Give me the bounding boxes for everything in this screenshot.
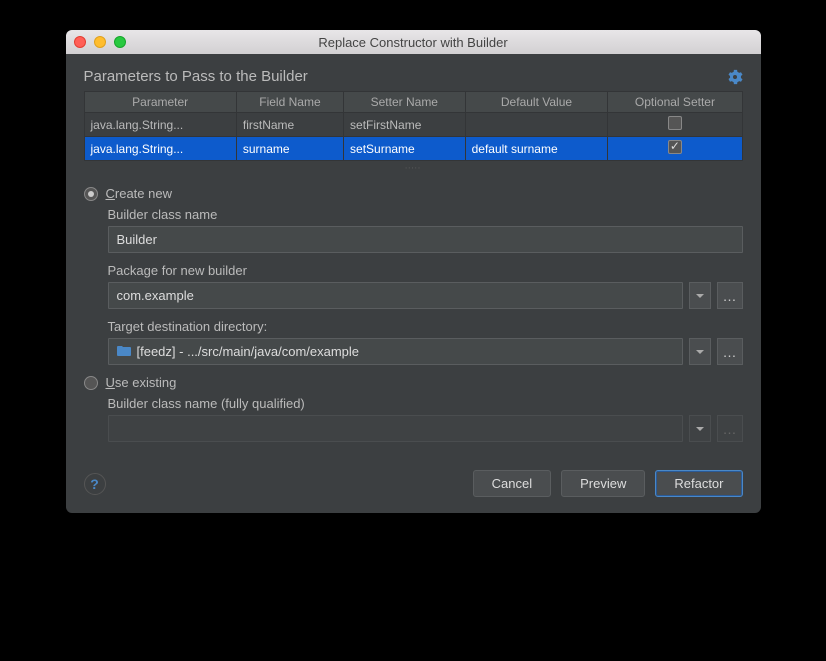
chevron-down-icon [696, 292, 704, 300]
col-setter-name[interactable]: Setter Name [344, 92, 466, 113]
dropdown-button[interactable] [689, 338, 711, 365]
target-dir-display[interactable]: [feedz] - .../src/main/java/com/example [108, 338, 683, 365]
field-label: Package for new builder [108, 263, 743, 278]
section-title: Parameters to Pass to the Builder [84, 68, 308, 85]
button-bar: Cancel Preview Refactor [473, 470, 743, 497]
checkbox-icon[interactable] [668, 116, 682, 130]
dialog-footer: ? Cancel Preview Refactor [84, 470, 743, 497]
cell-parameter: java.lang.String... [84, 137, 236, 161]
col-optional-setter[interactable]: Optional Setter [608, 92, 742, 113]
dropdown-button[interactable] [689, 282, 711, 309]
browse-button[interactable]: … [717, 282, 743, 309]
create-new-option[interactable]: Create new [84, 186, 743, 201]
use-existing-label: Use existing [106, 375, 177, 390]
table-row[interactable]: java.lang.String... firstName setFirstNa… [84, 113, 742, 137]
gear-icon[interactable] [727, 69, 743, 85]
builder-class-name-field: Builder class name [108, 207, 743, 253]
radio-icon[interactable] [84, 376, 98, 390]
existing-class-input [108, 415, 683, 442]
chevron-down-icon [696, 425, 704, 433]
cell-field-name[interactable]: surname [236, 137, 343, 161]
browse-button[interactable]: … [717, 415, 743, 442]
target-dir-value: [feedz] - .../src/main/java/com/example [137, 344, 360, 359]
checkbox-icon[interactable] [668, 140, 682, 154]
field-label: Builder class name (fully qualified) [108, 396, 743, 411]
help-button[interactable]: ? [84, 473, 106, 495]
dialog-content: Parameters to Pass to the Builder Parame… [66, 54, 761, 513]
table-row[interactable]: java.lang.String... surname setSurname d… [84, 137, 742, 161]
cell-field-name[interactable]: firstName [236, 113, 343, 137]
browse-button[interactable]: … [717, 338, 743, 365]
dropdown-button [689, 415, 711, 442]
col-default-value[interactable]: Default Value [465, 92, 608, 113]
cell-optional[interactable] [608, 113, 742, 137]
col-field-name[interactable]: Field Name [236, 92, 343, 113]
builder-class-name-input[interactable] [108, 226, 743, 253]
use-existing-option[interactable]: Use existing [84, 375, 743, 390]
cancel-button[interactable]: Cancel [473, 470, 551, 497]
cell-parameter: java.lang.String... [84, 113, 236, 137]
cell-default-value[interactable] [465, 113, 608, 137]
titlebar[interactable]: Replace Constructor with Builder [66, 30, 761, 54]
cell-setter-name[interactable]: setSurname [344, 137, 466, 161]
radio-icon[interactable] [84, 187, 98, 201]
parameters-table: Parameter Field Name Setter Name Default… [84, 91, 743, 161]
field-label: Builder class name [108, 207, 743, 222]
cell-default-value[interactable]: default surname [465, 137, 608, 161]
create-new-label: Create new [106, 186, 172, 201]
package-input[interactable] [108, 282, 683, 309]
cell-optional[interactable] [608, 137, 742, 161]
target-dir-field: Target destination directory: [feedz] - … [108, 319, 743, 365]
window-title: Replace Constructor with Builder [66, 35, 761, 50]
table-resize-handle[interactable]: ∙∙∙∙∙ [84, 163, 743, 172]
refactor-button[interactable]: Refactor [655, 470, 742, 497]
folder-icon [117, 345, 131, 357]
dialog-window: Replace Constructor with Builder Paramet… [66, 30, 761, 513]
col-parameter[interactable]: Parameter [84, 92, 236, 113]
section-header: Parameters to Pass to the Builder [84, 68, 743, 85]
chevron-down-icon [696, 348, 704, 356]
package-field: Package for new builder … [108, 263, 743, 309]
field-label: Target destination directory: [108, 319, 743, 334]
cell-setter-name[interactable]: setFirstName [344, 113, 466, 137]
existing-class-field: Builder class name (fully qualified) … [108, 396, 743, 442]
preview-button[interactable]: Preview [561, 470, 645, 497]
